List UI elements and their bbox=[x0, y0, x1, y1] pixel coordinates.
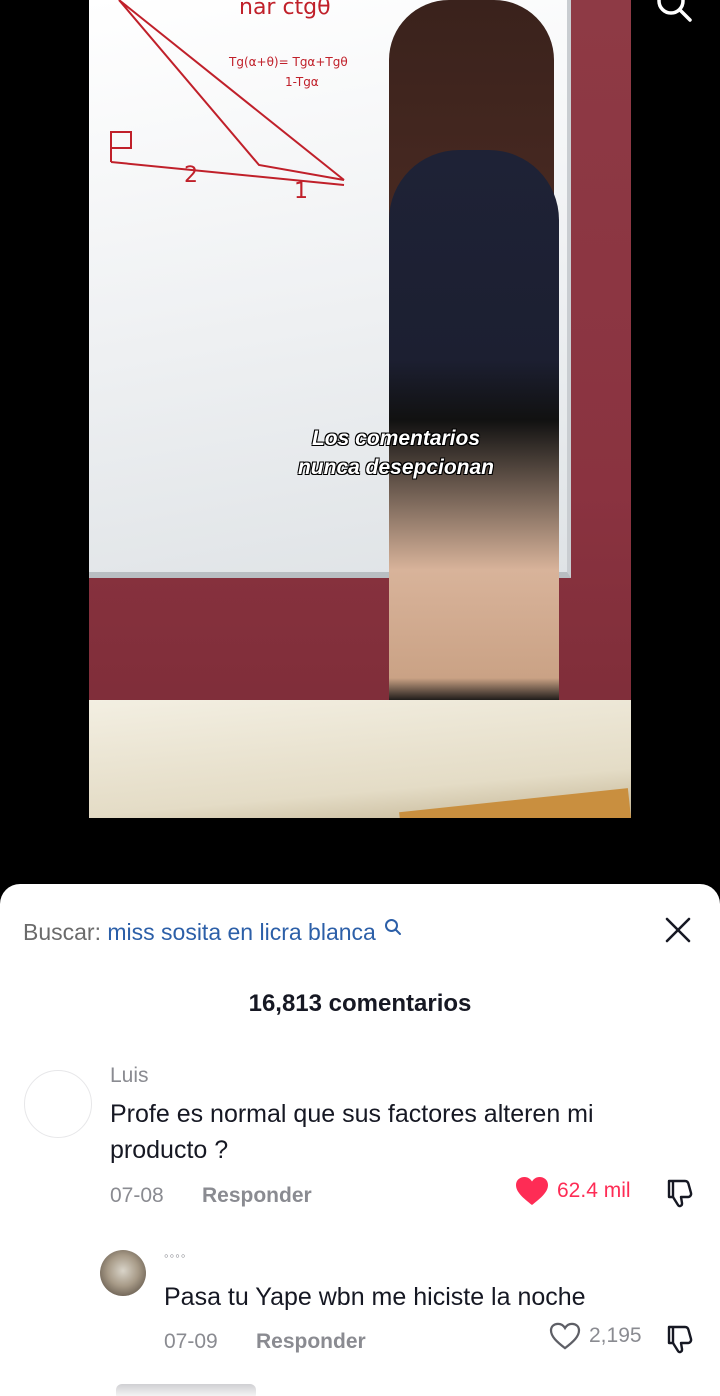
close-icon bbox=[665, 917, 691, 943]
comment-text: Profe es normal que sus factores alteren… bbox=[110, 1100, 594, 1164]
svg-text:Tg(α+θ)= Tgα+Tgθ: Tg(α+θ)= Tgα+Tgθ bbox=[228, 55, 348, 69]
video-player[interactable]: 2 1 Tg(α+θ)= Tgα+Tgθ 1-Tgα nar ctgθ bbox=[89, 0, 631, 818]
search-query-link[interactable]: miss sosita en licra blanca bbox=[107, 919, 375, 945]
caption-line-1: Los comentarios bbox=[311, 427, 481, 450]
thumbs-down-icon bbox=[667, 1179, 693, 1208]
screen: 2 1 Tg(α+θ)= Tgα+Tgθ 1-Tgα nar ctgθ Los … bbox=[0, 0, 720, 1396]
svg-text:1-Tgα: 1-Tgα bbox=[285, 75, 319, 89]
heart-filled-icon bbox=[516, 1177, 548, 1205]
svg-text:2: 2 bbox=[184, 163, 198, 188]
like-button[interactable]: 62.4 mil bbox=[515, 1176, 631, 1206]
search-icon bbox=[384, 914, 402, 942]
dislike-button[interactable] bbox=[665, 1324, 697, 1359]
reply-button[interactable]: Responder bbox=[202, 1184, 312, 1208]
like-button[interactable]: 2,195 bbox=[549, 1322, 642, 1350]
search-icon[interactable] bbox=[656, 0, 692, 22]
comment-text: Pasa tu Yape wbn me hiciste la noche bbox=[164, 1283, 586, 1311]
comment-username[interactable]: Luis bbox=[110, 1064, 149, 1088]
svg-text:nar ctgθ: nar ctgθ bbox=[239, 0, 331, 20]
reply-button[interactable]: Responder bbox=[256, 1330, 366, 1354]
search-prefix: Buscar: bbox=[23, 919, 101, 945]
like-count: 2,195 bbox=[589, 1324, 642, 1347]
heart-outline-icon bbox=[549, 1322, 581, 1350]
related-search[interactable]: Buscar: miss sosita en licra blanca bbox=[23, 918, 402, 946]
ruler bbox=[399, 788, 631, 818]
comment-count: 16,813 comentarios bbox=[248, 990, 472, 1017]
close-button[interactable] bbox=[664, 916, 692, 944]
caption-line-2: nunca desepcionan bbox=[297, 456, 495, 479]
thumbs-down-icon bbox=[667, 1325, 693, 1354]
desk-papers bbox=[89, 700, 631, 818]
svg-text:1: 1 bbox=[294, 179, 308, 204]
comment-username[interactable]: ◦◦◦◦ bbox=[164, 1248, 186, 1263]
video-caption: Los comentarios nunca desepcionan bbox=[240, 424, 552, 482]
comment-date: 07-08 bbox=[110, 1184, 164, 1207]
next-comment-peek bbox=[116, 1384, 256, 1396]
comment-date: 07-09 bbox=[164, 1330, 218, 1353]
avatar[interactable] bbox=[24, 1070, 92, 1138]
avatar[interactable] bbox=[100, 1250, 146, 1296]
dislike-button[interactable] bbox=[665, 1178, 697, 1213]
comments-sheet: Buscar: miss sosita en licra blanca 16,8… bbox=[0, 884, 720, 1396]
like-count: 62.4 mil bbox=[557, 1179, 631, 1202]
